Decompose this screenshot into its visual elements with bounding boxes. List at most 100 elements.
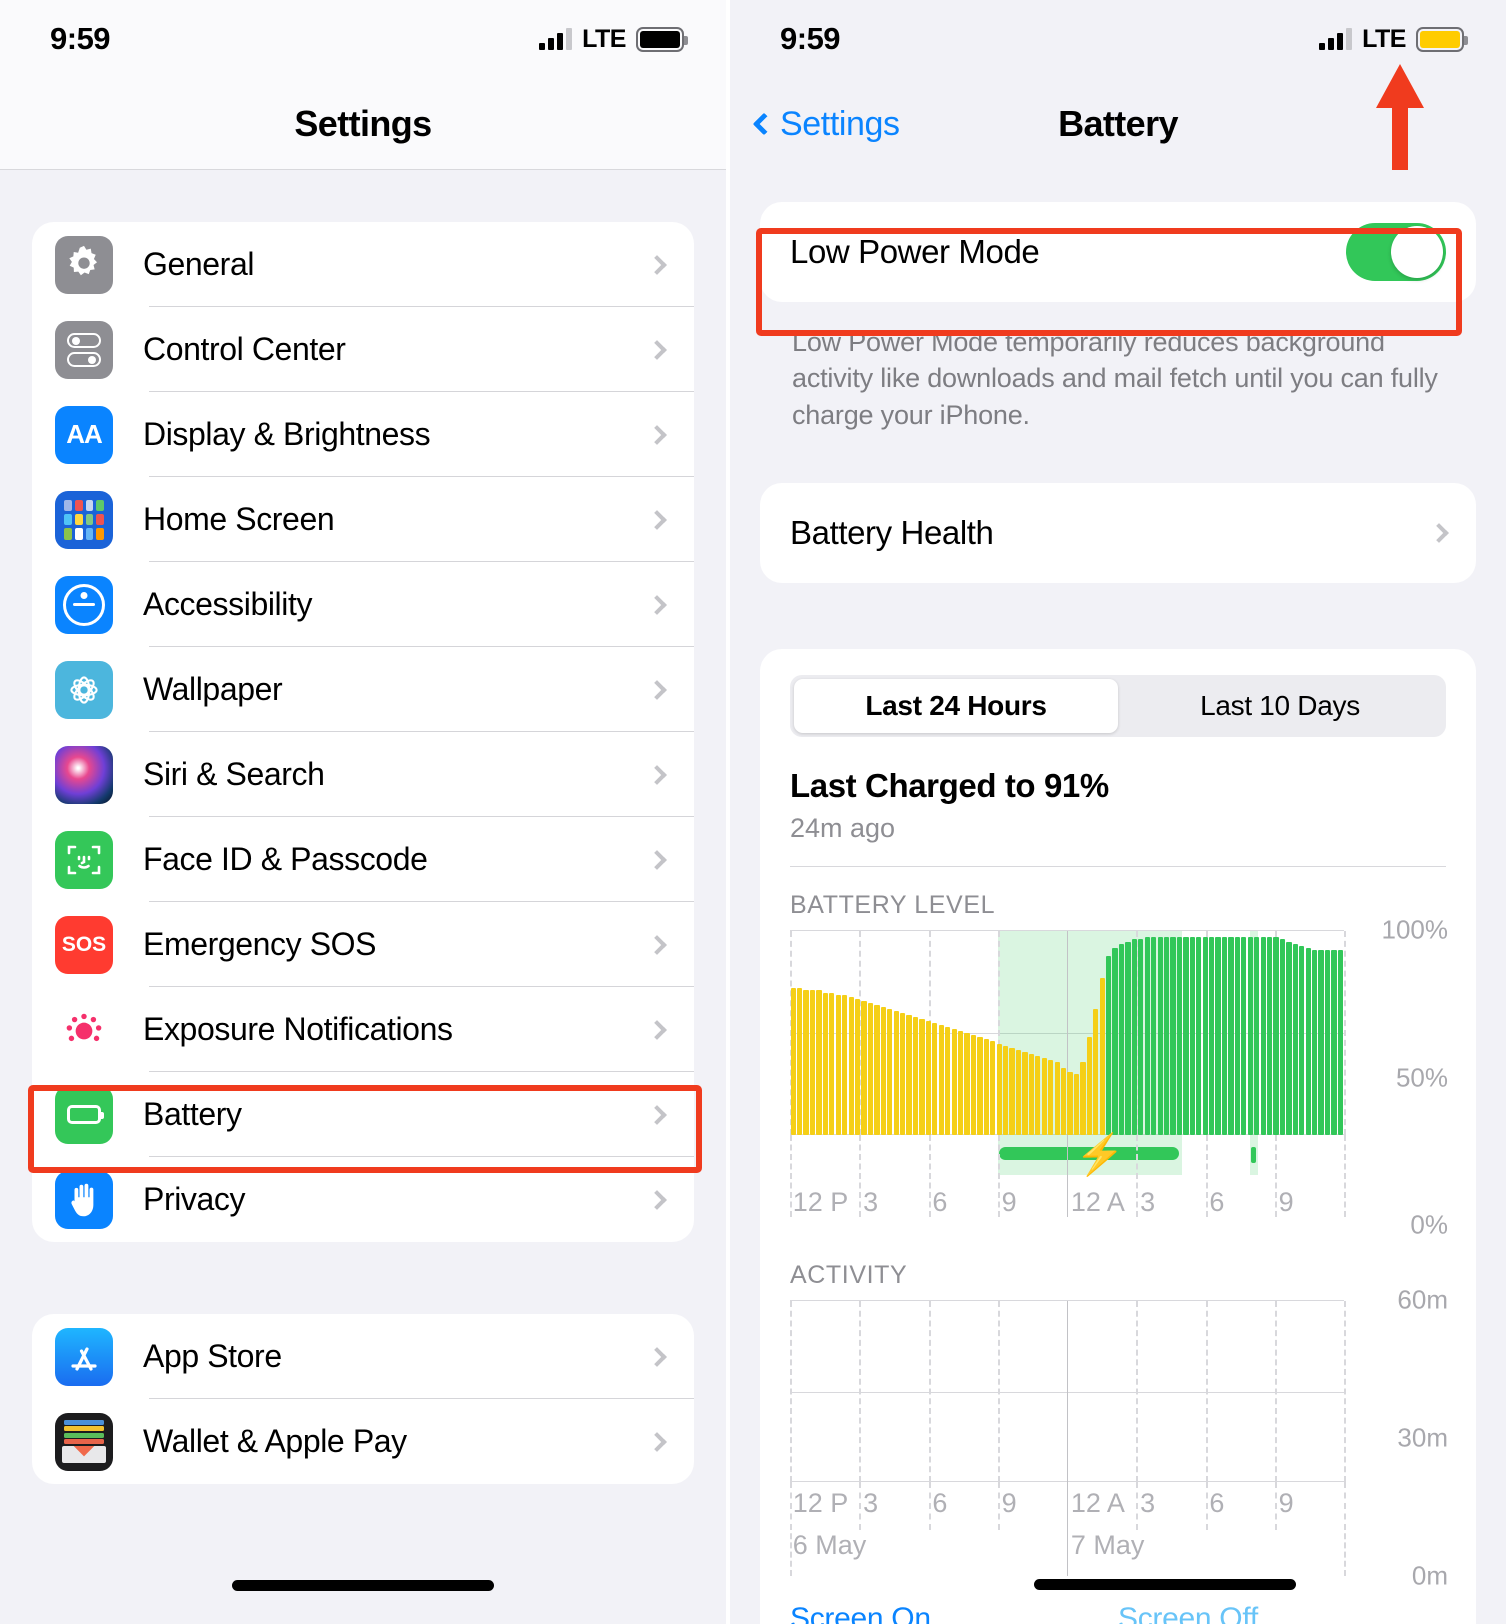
battery-level-bar — [835, 994, 841, 1136]
screen-off-label: Screen Off — [1118, 1602, 1258, 1624]
battery-level-bar — [1312, 949, 1318, 1136]
activity-bars — [790, 1301, 1344, 1482]
tab-last-10-days[interactable]: Last 10 Days — [1118, 679, 1442, 733]
charging-short-marker — [1251, 1147, 1257, 1164]
battery-level-bar — [1183, 937, 1189, 1136]
battery-health-row[interactable]: Battery Health — [760, 483, 1476, 583]
sidebar-item-emergency-sos[interactable]: SOS Emergency SOS — [32, 902, 694, 987]
sidebar-item-control-center[interactable]: Control Center — [32, 307, 694, 392]
sidebar-item-label: General — [143, 246, 255, 282]
sidebar-item-app-store[interactable]: App Store — [32, 1314, 694, 1399]
dual-screenshot: 9:59 LTE Settings General Control Center… — [0, 0, 1510, 1624]
sidebar-item-label: App Store — [143, 1338, 282, 1374]
battery-level-bar — [874, 1004, 880, 1136]
activity-plot — [790, 1300, 1346, 1483]
battery-level-bar — [1028, 1053, 1035, 1136]
battery-level-bar — [803, 990, 809, 1136]
battery-level-bar — [1337, 949, 1344, 1136]
sidebar-item-label: Siri & Search — [143, 756, 325, 792]
x-tick: 3 — [1140, 1488, 1156, 1519]
battery-status-icon — [636, 26, 688, 52]
screen-time-summary: Screen On 3h 33m Screen Off 2h 15m — [790, 1602, 1446, 1624]
battery-level-bar — [790, 988, 796, 1136]
battery-level-bar — [880, 1006, 886, 1136]
tab-last-24-hours[interactable]: Last 24 Hours — [794, 679, 1118, 734]
battery-level-bar — [1266, 937, 1273, 1136]
sidebar-item-home-screen[interactable]: Home Screen — [32, 477, 694, 562]
battery-level-bar — [1067, 1072, 1073, 1136]
battery-level-bar — [1157, 937, 1163, 1136]
exposure-notifications-icon — [55, 1000, 113, 1059]
low-power-mode-row[interactable]: Low Power Mode — [760, 202, 1476, 302]
battery-level-bar — [957, 1031, 964, 1136]
x-tick: 6 — [1209, 1187, 1225, 1218]
chevron-right-icon — [647, 1189, 667, 1210]
sidebar-item-label: Display & Brightness — [143, 416, 431, 452]
x-tick: 3 — [863, 1187, 879, 1218]
x-tick: 9 — [1278, 1187, 1294, 1218]
battery-level-bar — [1131, 939, 1138, 1136]
sidebar-item-general[interactable]: General — [32, 222, 694, 307]
battery-level-y-axis: 100% 50% 0% — [1348, 915, 1452, 1240]
battery-level-bar — [1009, 1047, 1015, 1136]
battery-level-bar — [983, 1039, 989, 1136]
x-tick: 9 — [1001, 1488, 1017, 1519]
battery-level-bar — [964, 1033, 970, 1136]
battery-level-bar — [822, 992, 829, 1136]
sidebar-item-wallpaper[interactable]: Wallpaper — [32, 647, 694, 732]
page-title: Settings — [294, 102, 432, 144]
sidebar-item-label: Emergency SOS — [143, 926, 377, 962]
battery-level-bar — [900, 1012, 906, 1136]
accessibility-icon — [55, 575, 113, 634]
battery-level-bar — [932, 1023, 938, 1136]
siri-icon — [55, 745, 113, 804]
sidebar-item-battery[interactable]: Battery — [32, 1072, 694, 1157]
battery-level-bar — [797, 988, 803, 1136]
chevron-right-icon — [647, 424, 667, 445]
cellular-signal-icon — [1319, 28, 1353, 50]
y-tick: 50% — [1395, 1062, 1448, 1093]
day-label: 6 May — [792, 1530, 867, 1561]
red-arrow-annotation — [1376, 64, 1424, 170]
battery-level-chart: 100% 50% 0% ⚡ 12 P 3 6 9 12 A 3 6 9 — [790, 915, 1452, 1240]
chevron-right-icon — [1429, 523, 1449, 544]
battery-level-bar — [1118, 943, 1125, 1136]
sidebar-item-exposure-notifications[interactable]: Exposure Notifications — [32, 987, 694, 1072]
chevron-left-icon — [752, 112, 776, 136]
battery-level-bar — [1015, 1049, 1022, 1136]
x-tick: 12 A — [1070, 1187, 1125, 1218]
battery-level-bar — [816, 990, 822, 1136]
display-brightness-icon: AA — [55, 405, 113, 464]
sidebar-item-siri-search[interactable]: Siri & Search — [32, 732, 694, 817]
battery-level-bar — [867, 1002, 874, 1136]
app-store-icon — [55, 1327, 113, 1386]
sidebar-item-label: Battery — [143, 1096, 242, 1132]
battery-level-bar — [1080, 1061, 1086, 1136]
sidebar-item-privacy[interactable]: Privacy — [32, 1157, 694, 1242]
time-range-segmented-control[interactable]: Last 24 Hours Last 10 Days — [790, 675, 1446, 738]
settings-group-primary: General Control Center AA Display & Brig… — [32, 222, 694, 1242]
x-tick: 6 — [932, 1488, 948, 1519]
y-tick: 0m — [1411, 1560, 1448, 1591]
x-tick: 12 P — [792, 1187, 849, 1218]
x-tick: 6 — [1209, 1488, 1225, 1519]
sidebar-item-display-brightness[interactable]: AA Display & Brightness — [32, 392, 694, 477]
sidebar-item-face-id-passcode[interactable]: Face ID & Passcode — [32, 817, 694, 902]
sidebar-item-wallet-apple-pay[interactable]: Wallet & Apple Pay — [32, 1399, 694, 1484]
battery-health-card: Battery Health — [760, 483, 1476, 584]
battery-level-bar — [1209, 937, 1215, 1136]
low-power-mode-toggle[interactable] — [1346, 223, 1446, 281]
home-indicator — [1033, 1579, 1296, 1590]
sidebar-item-label: Face ID & Passcode — [143, 841, 428, 877]
sidebar-item-label: Wallpaper — [143, 671, 283, 707]
network-type-label: LTE — [582, 24, 626, 53]
battery-level-bar — [1163, 937, 1170, 1136]
control-center-icon — [55, 320, 113, 379]
activity-y-axis: 60m 30m 0m — [1348, 1285, 1452, 1591]
sidebar-item-accessibility[interactable]: Accessibility — [32, 562, 694, 647]
status-bar-clock: 9:59 — [50, 21, 111, 56]
back-button[interactable]: Settings — [752, 105, 900, 144]
battery-level-bar — [1189, 937, 1195, 1136]
chevron-right-icon — [647, 1346, 667, 1367]
battery-level-bar — [977, 1037, 983, 1136]
